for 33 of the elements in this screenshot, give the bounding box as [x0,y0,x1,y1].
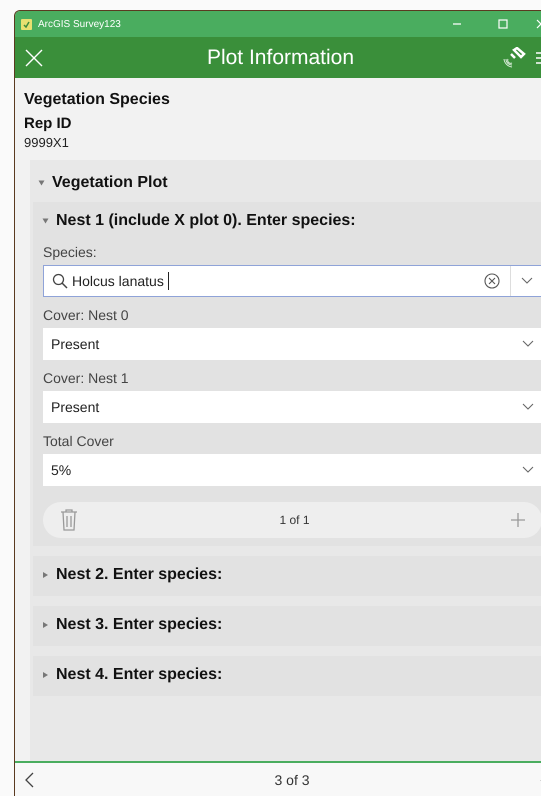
nest-header[interactable]: Nest 3. Enter species: [43,612,222,638]
chevron-down-icon [522,340,534,348]
satellite-icon[interactable] [502,46,526,68]
page-counter: 3 of 3 [274,772,310,788]
window-title: ArcGIS Survey123 [38,18,121,30]
maximize-icon[interactable] [498,19,508,29]
nest-header[interactable]: Nest 2. Enter species: [43,562,222,588]
clear-icon[interactable] [484,273,500,289]
nest-header[interactable]: Nest 1 (include X plot 0). Enter species: [43,208,356,234]
trash-icon[interactable] [59,508,79,532]
group-header[interactable]: Vegetation Plot [33,166,168,192]
chevron-down-icon [522,466,534,474]
field-label: Rep ID [24,115,72,132]
nest-header[interactable]: Nest 4. Enter species: [43,662,222,688]
repeat-counter: 1 of 1 [279,513,310,527]
back-icon[interactable] [24,772,34,788]
chevron-down-icon[interactable] [521,277,533,285]
plus-icon[interactable] [510,512,526,528]
section-title: Vegetation Species [24,91,170,109]
field-label: Cover: Nest 1 [43,370,129,386]
close-icon[interactable] [25,48,43,66]
species-field[interactable]: Holcus lanatus [43,265,541,297]
field-label: Total Cover [43,433,114,449]
app-icon [21,18,32,30]
field-label: Cover: Nest 0 [43,307,129,323]
search-icon [52,273,68,289]
dropdown-field[interactable]: Present [43,328,541,360]
form-title: Plot Information [206,46,354,70]
field-value: 9999X1 [24,135,69,150]
dropdown-field[interactable]: 5% [43,454,541,486]
field-label: Species: [43,244,97,260]
dropdown-field[interactable]: Present [43,391,541,423]
chevron-down-icon [522,403,534,411]
